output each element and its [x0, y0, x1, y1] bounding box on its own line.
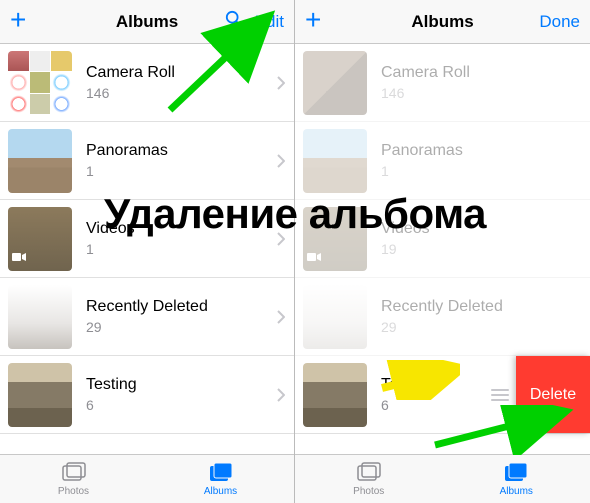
album-count: 19 — [381, 241, 590, 257]
album-title: Camera Roll — [381, 64, 590, 82]
album-row[interactable]: Panoramas 1 — [0, 122, 294, 200]
chevron-right-icon — [274, 388, 294, 402]
phone-left: + Albums Edit Camera Roll 146 — [0, 0, 295, 503]
album-thumbnail — [8, 207, 72, 271]
tab-albums[interactable]: Albums — [443, 455, 590, 503]
video-icon — [12, 249, 26, 267]
album-title: Videos — [86, 220, 274, 238]
album-count: 29 — [86, 319, 274, 335]
album-thumbnail — [8, 285, 72, 349]
header-title: Albums — [116, 12, 178, 32]
album-thumbnail — [303, 207, 367, 271]
album-thumbnail — [303, 129, 367, 193]
album-title: Panoramas — [86, 142, 274, 160]
tab-label: Photos — [353, 486, 384, 497]
search-icon[interactable] — [225, 10, 243, 33]
album-list: Camera Roll 146 Panoramas 1 Videos — [0, 44, 294, 454]
album-count: 29 — [381, 319, 590, 335]
album-row[interactable]: Recently Deleted 29 — [295, 278, 590, 356]
reorder-grip-icon[interactable] — [490, 389, 516, 401]
chevron-right-icon — [274, 76, 294, 90]
album-thumbnail — [8, 129, 72, 193]
album-row[interactable]: Videos 1 — [0, 200, 294, 278]
album-count: 6 — [381, 397, 490, 413]
album-row[interactable]: Camera Roll 146 — [295, 44, 590, 122]
album-row[interactable]: Videos 19 — [295, 200, 590, 278]
tab-albums[interactable]: Albums — [147, 455, 294, 503]
album-title: Recently Deleted — [381, 298, 590, 316]
header-title: Albums — [411, 12, 473, 32]
tab-photos[interactable]: Photos — [295, 455, 443, 503]
album-count: 1 — [86, 241, 274, 257]
delete-button[interactable]: Delete — [516, 356, 590, 433]
album-count: 6 — [86, 397, 274, 413]
album-title: Testing — [86, 376, 274, 394]
album-thumbnail — [303, 51, 367, 115]
album-row-editing[interactable]: Testing 6 Delete — [295, 356, 590, 434]
album-thumbnail — [303, 363, 367, 427]
album-title: Videos — [381, 220, 590, 238]
album-count: 1 — [86, 163, 274, 179]
phone-right: + Albums Done Camera Roll 146 Panoramas … — [295, 0, 590, 503]
chevron-right-icon — [274, 154, 294, 168]
chevron-right-icon — [274, 232, 294, 246]
tab-label: Photos — [58, 486, 89, 497]
album-row[interactable]: Camera Roll 146 — [0, 44, 294, 122]
album-list: Camera Roll 146 Panoramas 1 Videos 19 — [295, 44, 590, 454]
album-title: Camera Roll — [86, 64, 274, 82]
nav-header: + Albums Done — [295, 0, 590, 44]
album-row[interactable]: Recently Deleted 29 — [0, 278, 294, 356]
tab-photos[interactable]: Photos — [0, 455, 147, 503]
edit-button[interactable]: Edit — [255, 12, 284, 32]
nav-header: + Albums Edit — [0, 0, 294, 44]
album-count: 1 — [381, 163, 590, 179]
done-button[interactable]: Done — [539, 12, 580, 32]
album-thumbnail — [8, 363, 72, 427]
album-title: Recently Deleted — [86, 298, 274, 316]
video-icon — [307, 249, 321, 267]
tab-label: Albums — [500, 486, 533, 497]
album-count: 146 — [381, 85, 590, 101]
chevron-right-icon — [274, 310, 294, 324]
album-thumbnail — [303, 285, 367, 349]
album-row[interactable]: Testing 6 — [0, 356, 294, 434]
album-title: Testing — [381, 376, 490, 394]
album-thumbnail — [8, 51, 72, 115]
album-row[interactable]: Panoramas 1 — [295, 122, 590, 200]
tab-bar: Photos Albums — [295, 454, 590, 503]
album-title: Panoramas — [381, 142, 590, 160]
tab-bar: Photos Albums — [0, 454, 294, 503]
album-count: 146 — [86, 85, 274, 101]
tab-label: Albums — [204, 486, 237, 497]
